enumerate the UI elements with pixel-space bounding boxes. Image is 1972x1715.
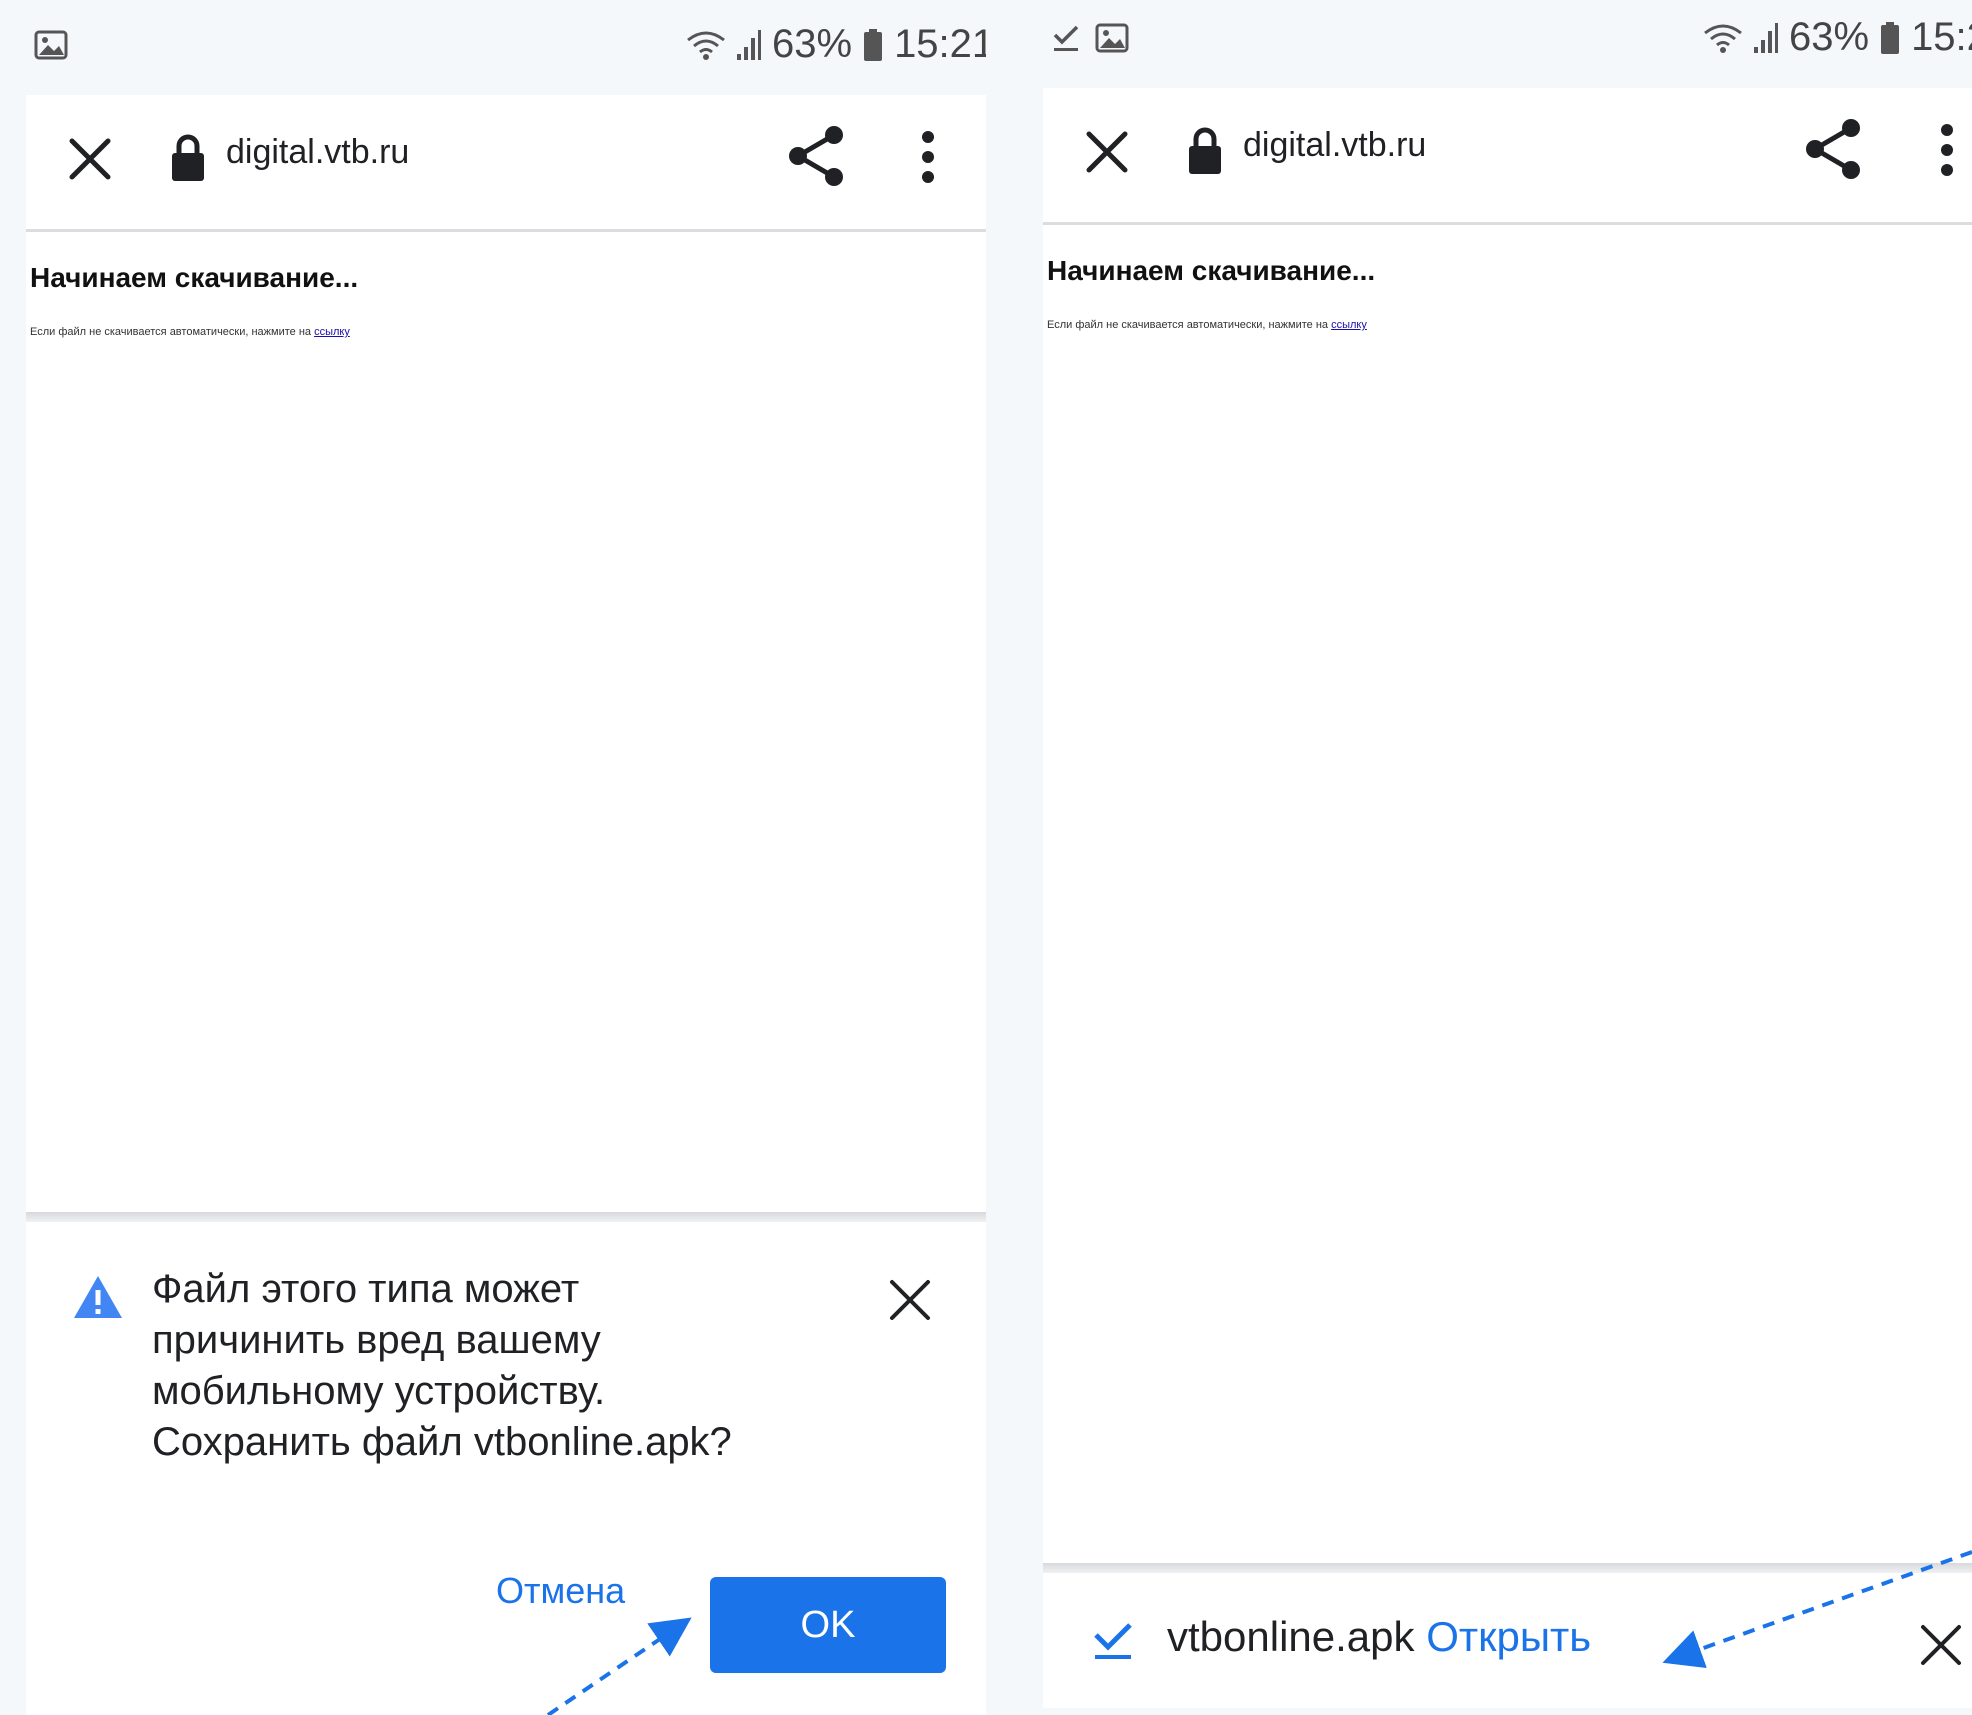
page-title: Начинаем скачивание... (1047, 255, 1376, 286)
close-icon[interactable] (888, 1278, 932, 1322)
download-warning-dialog: Файл этого типа может причинить вред ваш… (26, 1222, 986, 1715)
download-done-icon (1053, 25, 1079, 51)
page-note: Если файл не скачивается автоматически, … (30, 326, 350, 338)
image-icon (34, 30, 68, 60)
cancel-button[interactable]: Отмена (496, 1570, 625, 1612)
download-link[interactable]: ссылку (314, 326, 350, 338)
download-filename-row: vtbonline.apk Открыть (1167, 1613, 1591, 1661)
battery-percent: 63% (1789, 15, 1870, 59)
open-button[interactable]: Открыть (1426, 1613, 1591, 1660)
battery-icon (864, 28, 883, 61)
page-title: Начинаем скачивание... (30, 262, 359, 293)
divider (1043, 1563, 1972, 1573)
share-icon[interactable] (1801, 116, 1867, 182)
image-icon (1095, 23, 1129, 53)
status-time: 15:2 (1911, 15, 1972, 59)
status-right: 63% 15:2 (1703, 15, 1972, 60)
divider (26, 1212, 986, 1222)
battery-icon (1881, 21, 1900, 54)
warning-icon (74, 1276, 122, 1318)
right-screen: 63% 15:2 digital.vtb.ru (1043, 0, 1972, 1708)
download-complete-bar: vtbonline.apk Открыть (1043, 1573, 1972, 1708)
page-note: Если файл не скачивается автоматически, … (1047, 319, 1367, 331)
signal-icon (1754, 22, 1778, 53)
download-filename: vtbonline.apk (1167, 1613, 1415, 1660)
battery-percent: 63% (772, 22, 853, 66)
more-icon[interactable] (918, 127, 938, 187)
download-done-icon (1094, 1623, 1132, 1659)
page-note-text: Если файл не скачивается автоматически, … (1047, 319, 1329, 331)
ok-button[interactable]: OK (710, 1577, 946, 1673)
status-right: 63% 15:21 (686, 22, 986, 67)
url-domain[interactable]: digital.vtb.ru (1243, 126, 1426, 165)
more-icon[interactable] (1937, 120, 1957, 180)
download-link[interactable]: ссылку (1331, 319, 1367, 331)
status-bar: 63% 15:2 (1043, 0, 1972, 88)
status-time: 15:21 (894, 22, 986, 66)
dialog-message: Файл этого типа может причинить вред ваш… (152, 1267, 732, 1464)
lock-icon (172, 134, 204, 181)
wifi-icon (687, 31, 725, 60)
share-icon[interactable] (784, 123, 850, 189)
signal-icon (737, 29, 761, 60)
url-domain[interactable]: digital.vtb.ru (226, 133, 409, 172)
browser-toolbar: digital.vtb.ru (1043, 88, 1972, 225)
left-screen: 63% 15:21 digital.vtb.ru Начинаем скачив… (26, 0, 986, 1715)
page-note-text: Если файл не скачивается автоматически, … (30, 326, 312, 338)
close-icon[interactable] (1077, 122, 1137, 182)
close-icon[interactable] (60, 129, 120, 189)
status-bar: 63% 15:21 (26, 0, 986, 95)
lock-icon (1189, 127, 1221, 174)
close-icon[interactable] (1919, 1623, 1963, 1667)
browser-toolbar: digital.vtb.ru (26, 95, 986, 232)
wifi-icon (1704, 24, 1742, 53)
